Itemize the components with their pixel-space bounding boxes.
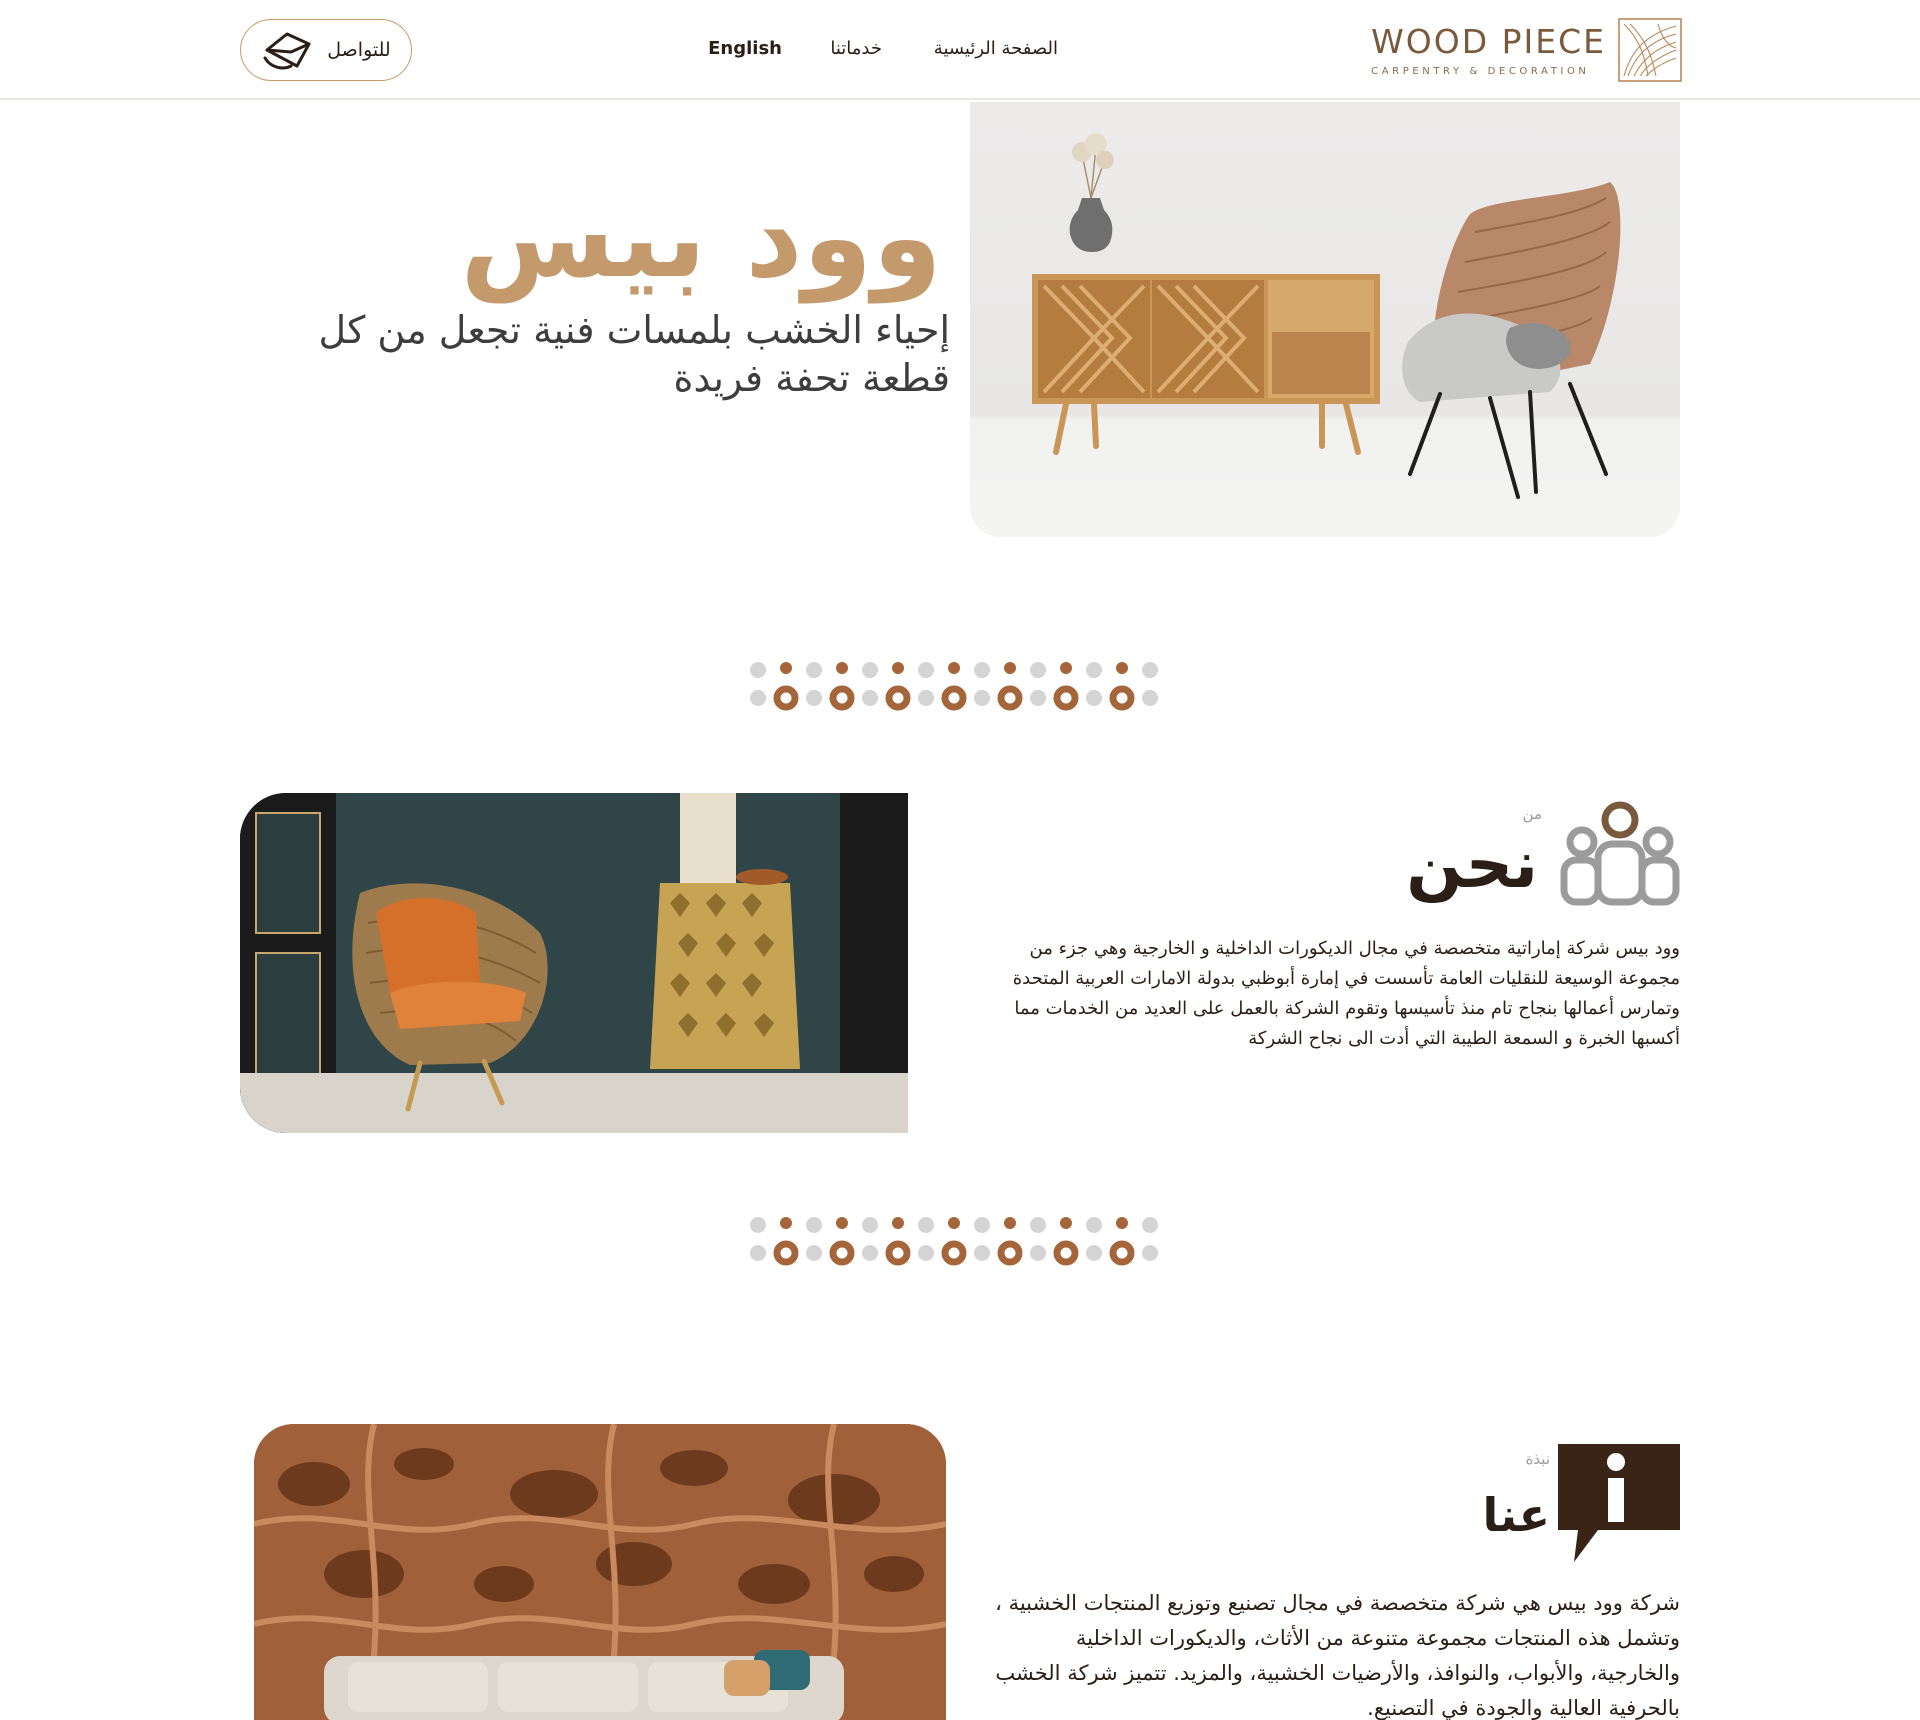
brand-logo[interactable]: WOOD PIECE CARPENTRY & DECORATION: [1362, 18, 1682, 82]
ornamental-divider: [750, 662, 1158, 711]
about-description: شركة وود بيس هي شركة متخصصة في مجال تصني…: [995, 1591, 1680, 1720]
site-header: WOOD PIECE CARPENTRY & DECORATION الصفحة…: [0, 0, 1920, 100]
hero-title: وود بيس: [460, 173, 942, 303]
who-description: وود بيس شركة إماراتية متخصصة في مجال الد…: [1012, 938, 1680, 1049]
nav-language-english[interactable]: English: [708, 38, 782, 59]
divider-pattern: [750, 662, 1158, 711]
nav-services[interactable]: خدماتنا: [830, 38, 882, 59]
vase-illustration: [1069, 133, 1114, 252]
contact-button-label: للتواصل: [327, 39, 391, 61]
about-pre-label: نبذة: [1525, 1450, 1550, 1468]
brand-name: WOOD PIECE: [1371, 21, 1606, 61]
contact-button[interactable]: للتواصل: [240, 19, 412, 81]
rattan-chair-illustration: [1402, 182, 1621, 499]
info-speech-icon: [1558, 1444, 1680, 1562]
armchair-image: [240, 793, 908, 1133]
brand-tagline: CARPENTRY & DECORATION: [1371, 65, 1590, 77]
hero-subtitle: إحياء الخشب بلمسات فنية تجعل من كل قطعة …: [318, 308, 950, 400]
envelope-icon: [263, 32, 311, 70]
sideboard-illustration: [1032, 274, 1380, 455]
hero-image: [970, 102, 1680, 537]
carved-wood-image: [254, 1424, 946, 1720]
nav-home[interactable]: الصفحة الرئيسية: [934, 38, 1058, 59]
who-title: نحن: [1406, 826, 1538, 903]
about-title: عنا: [1482, 1488, 1550, 1542]
divider-pattern: [750, 1217, 1158, 1266]
wood-logo-icon: [1618, 18, 1682, 82]
ornamental-divider: [750, 1217, 1158, 1266]
team-icon: [1560, 801, 1680, 906]
